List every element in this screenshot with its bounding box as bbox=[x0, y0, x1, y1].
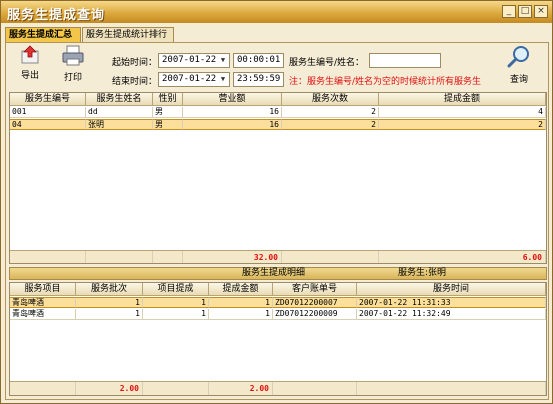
detail-waiter: 服务生:张明 bbox=[398, 268, 447, 278]
cell-id: 001 bbox=[10, 107, 86, 118]
print-button[interactable]: 打印 bbox=[58, 45, 88, 83]
table-row-selected[interactable]: 青岛啤酒 1 1 1 ZD07012200007 2007-01-22 11:3… bbox=[10, 297, 546, 308]
export-icon bbox=[21, 45, 39, 64]
print-label: 打印 bbox=[63, 73, 82, 83]
cell-item-commission: 1 bbox=[143, 309, 209, 320]
table-row[interactable]: 青岛啤酒 1 1 1 ZD07012200009 2007-01-22 11:3… bbox=[10, 309, 546, 320]
start-time-field[interactable]: 00:00:01 bbox=[233, 53, 284, 68]
footer-amount-total: 2.00 bbox=[209, 382, 273, 395]
maximize-button[interactable]: □ bbox=[518, 5, 532, 18]
col-commission[interactable]: 提成金额 bbox=[379, 93, 546, 105]
cell-item-commission: 1 bbox=[143, 297, 209, 308]
col-service-count[interactable]: 服务次数 bbox=[282, 93, 379, 105]
cell-batch: 1 bbox=[76, 309, 143, 320]
cell-gender: 男 bbox=[153, 107, 183, 118]
summary-table[interactable]: 服务生编号 服务生姓名 性别 营业额 服务次数 提成金额 001 dd 男 16… bbox=[9, 92, 547, 264]
col-commission-amount[interactable]: 提成金额 bbox=[209, 283, 273, 295]
end-date-value: 2007-01-22 bbox=[162, 74, 217, 84]
waiter-input[interactable] bbox=[369, 53, 441, 68]
summary-panel: 导出 打印 起始时间： 2007-01-22 ▼ 00:00:01 结束时间： … bbox=[5, 42, 549, 400]
cell-revenue: 16 bbox=[183, 107, 282, 118]
print-icon bbox=[62, 45, 84, 66]
start-date-value: 2007-01-22 bbox=[162, 55, 217, 65]
cell-time: 2007-01-22 11:31:33 bbox=[357, 297, 546, 308]
col-service-batch[interactable]: 服务批次 bbox=[76, 283, 143, 295]
cell-amount: 1 bbox=[209, 309, 273, 320]
summary-footer: 32.00 6.00 bbox=[10, 250, 546, 263]
waiter-label: 服务生编号/姓名： bbox=[289, 58, 365, 68]
end-time-field[interactable]: 23:59:59 bbox=[233, 72, 284, 87]
col-waiter-id[interactable]: 服务生编号 bbox=[10, 93, 86, 105]
detail-title: 服务生提成明细 bbox=[242, 268, 306, 278]
main-window: 服务生提成查询 _ □ × 服务生提成汇总 服务生提成统计排行 导出 打印 起始… bbox=[0, 0, 553, 404]
tab-summary[interactable]: 服务生提成汇总 bbox=[5, 27, 81, 42]
query-button[interactable]: 查询 bbox=[503, 45, 535, 85]
cell-bill: ZD07012200007 bbox=[273, 297, 357, 308]
cell-name: 张明 bbox=[86, 119, 153, 130]
cell-time: 2007-01-22 11:32:49 bbox=[357, 309, 546, 320]
footer-batch-total: 2.00 bbox=[76, 382, 143, 395]
query-label: 查询 bbox=[509, 75, 528, 85]
search-icon bbox=[507, 46, 529, 68]
table-row[interactable]: 001 dd 男 16 2 4 bbox=[10, 107, 546, 118]
detail-footer: 2.00 2.00 bbox=[10, 381, 546, 395]
tab-ranking[interactable]: 服务生提成统计排行 bbox=[82, 27, 174, 42]
cell-item: 青岛啤酒 bbox=[10, 309, 76, 320]
detail-header: 服务项目 服务批次 项目提成 提成金额 客户账单号 服务时间 bbox=[10, 283, 546, 296]
col-bill-number[interactable]: 客户账单号 bbox=[273, 283, 357, 295]
title-bar[interactable]: 服务生提成查询 _ □ × bbox=[1, 1, 552, 23]
dropdown-arrow-icon[interactable]: ▼ bbox=[218, 55, 228, 66]
cell-item: 青岛啤酒 bbox=[10, 297, 76, 308]
cell-count: 2 bbox=[282, 107, 379, 118]
start-time-label: 起始时间： bbox=[112, 58, 158, 68]
window-title: 服务生提成查询 bbox=[7, 8, 106, 23]
export-button[interactable]: 导出 bbox=[16, 45, 44, 81]
cell-count: 2 bbox=[282, 119, 379, 130]
col-waiter-name[interactable]: 服务生姓名 bbox=[86, 93, 153, 105]
summary-header: 服务生编号 服务生姓名 性别 营业额 服务次数 提成金额 bbox=[10, 93, 546, 106]
cell-batch: 1 bbox=[76, 297, 143, 308]
end-date-picker[interactable]: 2007-01-22 ▼ bbox=[158, 72, 230, 87]
end-time-label: 结束时间： bbox=[112, 77, 158, 87]
col-item-commission[interactable]: 项目提成 bbox=[143, 283, 209, 295]
dropdown-arrow-icon[interactable]: ▼ bbox=[218, 74, 228, 85]
cell-id: 04 bbox=[10, 119, 86, 130]
col-revenue[interactable]: 营业额 bbox=[183, 93, 282, 105]
cell-commission: 2 bbox=[379, 119, 546, 130]
close-button[interactable]: × bbox=[534, 5, 548, 18]
detail-bar: 服务生提成明细 服务生:张明 bbox=[9, 267, 547, 280]
col-service-item[interactable]: 服务项目 bbox=[10, 283, 76, 295]
export-label: 导出 bbox=[20, 71, 39, 81]
footer-commission-total: 6.00 bbox=[379, 251, 546, 263]
start-date-picker[interactable]: 2007-01-22 ▼ bbox=[158, 53, 230, 68]
cell-gender: 男 bbox=[153, 119, 183, 130]
cell-commission: 4 bbox=[379, 107, 546, 118]
col-gender[interactable]: 性别 bbox=[153, 93, 183, 105]
col-service-time[interactable]: 服务时间 bbox=[357, 283, 546, 295]
cell-amount: 1 bbox=[209, 297, 273, 308]
cell-revenue: 16 bbox=[183, 119, 282, 130]
detail-table[interactable]: 服务项目 服务批次 项目提成 提成金额 客户账单号 服务时间 青岛啤酒 1 1 … bbox=[9, 282, 547, 396]
table-row-selected[interactable]: 04 张明 男 16 2 2 bbox=[10, 119, 546, 130]
minimize-button[interactable]: _ bbox=[502, 5, 516, 18]
cell-bill: ZD07012200009 bbox=[273, 309, 357, 320]
footer-revenue-total: 32.00 bbox=[183, 251, 282, 263]
filter-note: 注：服务生编号/姓名为空的时候统计所有服务生 bbox=[289, 77, 482, 87]
cell-name: dd bbox=[86, 107, 153, 118]
